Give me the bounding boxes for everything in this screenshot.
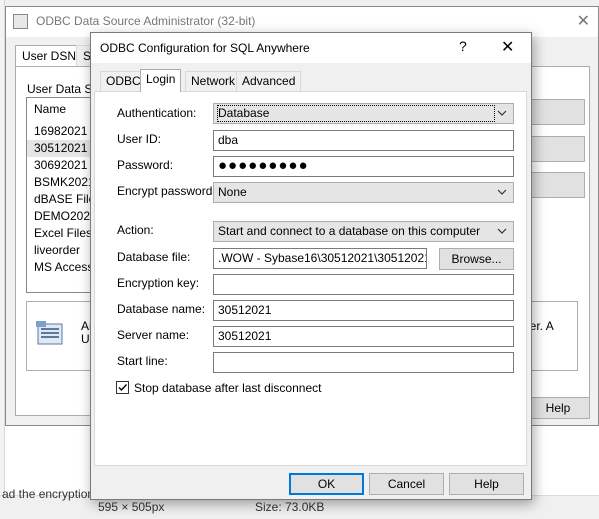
checkmark-icon	[118, 384, 128, 392]
user-id-field[interactable]: dba	[213, 130, 514, 151]
database-name-field[interactable]: 30512021	[213, 300, 514, 321]
authentication-dropdown[interactable]: Database	[213, 103, 514, 124]
action-label: Action:	[117, 223, 154, 237]
help-button[interactable]: Help	[449, 473, 524, 495]
admin-title: ODBC Data Source Administrator (32-bit)	[36, 14, 256, 28]
database-file-label: Database file:	[117, 250, 191, 264]
cancel-button[interactable]: Cancel	[369, 473, 444, 495]
tab-login[interactable]: Login	[140, 69, 182, 92]
action-dropdown[interactable]: Start and connect to a database on this …	[213, 221, 514, 242]
password-field[interactable]: ●●●●●●●●●	[213, 156, 514, 177]
close-icon[interactable]: ✕	[501, 37, 514, 57]
encrypt-password-dropdown[interactable]: None	[213, 182, 514, 203]
file-size-text: Size: 73.0KB	[255, 500, 325, 514]
server-name-label: Server name:	[117, 328, 190, 342]
background-status-text: ad the encryption	[2, 487, 95, 501]
start-line-label: Start line:	[117, 354, 168, 368]
encrypt-password-value: None	[218, 185, 247, 199]
chevron-down-icon	[497, 186, 507, 198]
tab-network[interactable]: Network	[185, 71, 242, 91]
start-line-field[interactable]	[213, 352, 514, 373]
encryption-key-field[interactable]	[213, 274, 514, 295]
dialog-title: ODBC Configuration for SQL Anywhere	[100, 41, 310, 55]
sql-anywhere-config-dialog: ODBC Configuration for SQL Anywhere ? ✕ …	[90, 32, 532, 500]
chevron-down-icon	[497, 225, 507, 237]
authentication-label: Authentication:	[117, 106, 197, 120]
chevron-down-icon	[497, 107, 507, 119]
dialog-titlebar: ODBC Configuration for SQL Anywhere ? ✕	[91, 33, 531, 63]
server-name-field[interactable]: 30512021	[213, 326, 514, 347]
browse-button[interactable]: Browse...	[439, 248, 514, 270]
admin-tab-user-dsn[interactable]: User DSN	[15, 45, 84, 67]
stop-database-label[interactable]: Stop database after last disconnect	[134, 381, 321, 395]
encrypt-password-label: Encrypt password:	[117, 184, 216, 198]
database-file-field[interactable]: .WOW - Sybase16\30512021\30512021.db	[213, 248, 427, 269]
login-tab-panel: Authentication: Database User ID: dba Pa…	[94, 91, 527, 466]
authentication-value: Database	[217, 105, 495, 122]
odbc-app-icon	[13, 14, 28, 29]
help-question-icon[interactable]: ?	[459, 38, 467, 54]
stop-database-checkbox[interactable]	[116, 381, 129, 394]
database-name-label: Database name:	[117, 302, 206, 316]
encryption-key-label: Encryption key:	[117, 276, 200, 290]
admin-close-icon[interactable]: ✕	[577, 11, 590, 31]
action-value: Start and connect to a database on this …	[218, 224, 481, 238]
admin-help-button[interactable]: Help	[526, 397, 590, 419]
user-id-label: User ID:	[117, 132, 162, 146]
password-label: Password:	[117, 158, 174, 172]
tab-advanced[interactable]: Advanced	[236, 71, 302, 91]
ok-button[interactable]: OK	[289, 473, 364, 495]
image-dimensions-text: 595 × 505px	[98, 500, 165, 514]
odbc-info-icon	[36, 320, 66, 346]
